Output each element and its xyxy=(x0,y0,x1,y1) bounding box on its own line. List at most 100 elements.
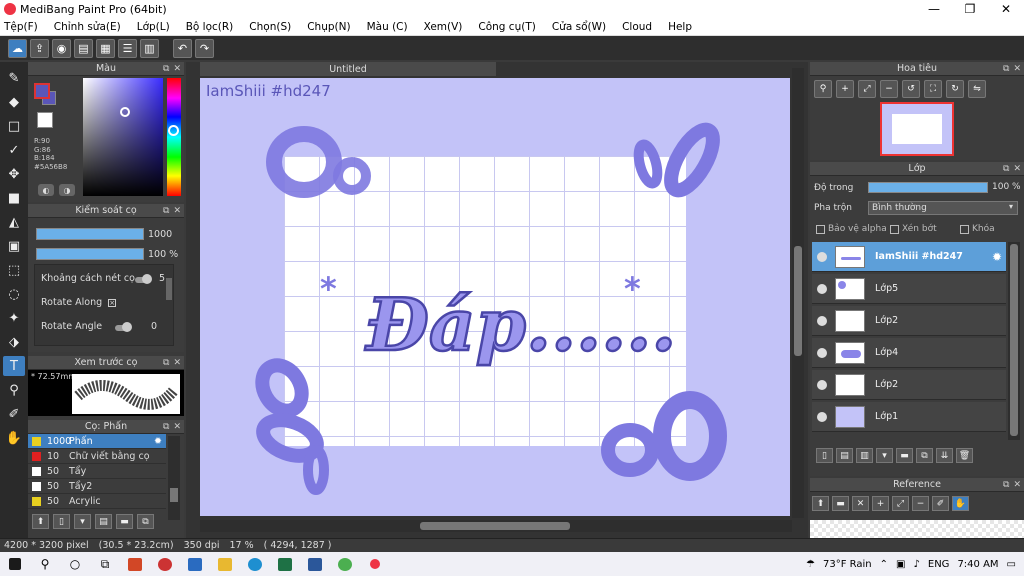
brush-item[interactable]: 1000 Phấn ✹ xyxy=(28,434,166,449)
menu-help[interactable]: Help xyxy=(660,21,700,33)
new-8bit-layer-icon[interactable]: ▥ xyxy=(856,448,873,463)
canvas-vertical-scrollbar[interactable] xyxy=(792,68,804,518)
gear-icon[interactable]: ✹ xyxy=(992,250,1002,264)
divide-tool-icon[interactable]: ⚲ xyxy=(3,380,25,400)
eye-icon[interactable] xyxy=(817,251,827,262)
foreground-color-swatch[interactable] xyxy=(34,83,50,99)
pen-tool-icon[interactable]: ✓ xyxy=(3,140,25,160)
zoom-out-icon[interactable]: − xyxy=(880,80,898,98)
brush-list-scroll-thumb[interactable] xyxy=(170,488,178,502)
zoom-in-icon[interactable]: + xyxy=(872,496,889,511)
navigator-thumbnail[interactable] xyxy=(880,102,954,156)
eraser-tool-icon[interactable]: ◆ xyxy=(3,92,25,112)
task-view-icon[interactable]: ⧉ xyxy=(90,552,120,576)
panel-close-icon[interactable]: ✕ xyxy=(1013,64,1021,74)
lock-check[interactable]: Khóa xyxy=(960,224,995,234)
select-pen-tool-icon[interactable]: ⬗ xyxy=(3,332,25,352)
close-button[interactable]: ✕ xyxy=(988,0,1024,18)
weather-text[interactable]: 73°F Rain xyxy=(823,559,872,570)
weather-icon[interactable]: ☂ xyxy=(806,559,815,570)
rect-tool-icon[interactable]: □ xyxy=(3,116,25,136)
lasso-tool-icon[interactable]: ◌ xyxy=(3,284,25,304)
brush-copy-icon[interactable]: ▤ xyxy=(95,514,112,529)
brush-folder-icon[interactable]: ▬ xyxy=(116,514,133,529)
brush-size-slider[interactable] xyxy=(36,228,144,240)
menu-select[interactable]: Chọn(S) xyxy=(241,21,299,33)
hand-tool-icon[interactable]: ✋ xyxy=(3,428,25,448)
gradient-tool-icon[interactable]: ▣ xyxy=(3,236,25,256)
rotate-right-icon[interactable]: ↻ xyxy=(946,80,964,98)
eyedropper-icon[interactable]: ✐ xyxy=(932,496,949,511)
menu-edit[interactable]: Chỉnh sửa(E) xyxy=(46,21,129,33)
palette-icon[interactable]: ◐ xyxy=(38,184,54,196)
cortana-icon[interactable]: ○ xyxy=(60,552,90,576)
canvas-horizontal-scrollbar[interactable] xyxy=(200,520,792,532)
layer-opacity-slider[interactable] xyxy=(868,182,988,193)
brush-settings-gear-icon[interactable]: ✹ xyxy=(154,436,162,447)
eye-icon[interactable] xyxy=(817,411,827,422)
sv-cursor[interactable] xyxy=(120,107,130,117)
list-icon[interactable]: ☰ xyxy=(118,38,137,58)
brush-item[interactable]: 10 Chữ viết bằng cọ xyxy=(28,449,166,464)
panel-close-icon[interactable]: ✕ xyxy=(173,422,181,432)
popout-icon[interactable]: ⧉ xyxy=(1003,164,1009,174)
brush-opacity-slider[interactable] xyxy=(36,248,144,260)
eye-icon[interactable] xyxy=(817,379,827,390)
popout-icon[interactable]: ⧉ xyxy=(1003,64,1009,74)
hue-slider[interactable] xyxy=(167,78,181,196)
minimize-button[interactable]: — xyxy=(916,0,952,18)
document-tab[interactable]: Untitled xyxy=(200,62,496,76)
language-indicator[interactable]: ENG xyxy=(928,559,950,570)
layer-row[interactable]: Lớp2 xyxy=(812,370,1006,400)
comment-icon[interactable]: ▤ xyxy=(74,38,93,58)
layer-row[interactable]: Lớp2 xyxy=(812,306,1006,336)
layer-row[interactable]: Lớp4 xyxy=(812,338,1006,368)
brush-item[interactable]: 50 Tẩy xyxy=(28,464,166,479)
panel-icon[interactable]: ▦ xyxy=(96,38,115,58)
menu-layer[interactable]: Lớp(L) xyxy=(129,21,178,33)
eyedropper-tool-icon[interactable]: ✐ xyxy=(3,404,25,424)
protect-alpha-checkbox[interactable] xyxy=(816,224,825,234)
layer-row[interactable]: Lớp5 xyxy=(812,274,1006,304)
brush-item[interactable]: 50 Tẩy2 xyxy=(28,479,166,494)
color-history-icon[interactable]: ◑ xyxy=(59,184,75,196)
zoom-in-icon[interactable]: + xyxy=(836,80,854,98)
menu-view[interactable]: Xem(V) xyxy=(416,21,471,33)
add-brush-icon[interactable]: ⬆ xyxy=(32,514,49,529)
tray-chevron-icon[interactable]: ⌃ xyxy=(880,559,888,570)
hue-cursor[interactable] xyxy=(168,125,179,136)
menu-filter[interactable]: Bộ lọc(R) xyxy=(178,21,242,33)
reference-canvas[interactable] xyxy=(810,520,1024,538)
edge-icon[interactable] xyxy=(240,552,270,576)
rotate-along-checkbox[interactable]: × xyxy=(108,298,117,307)
chrome-icon[interactable] xyxy=(330,552,360,576)
layer-row[interactable]: IamShiii #hd247 ✹ xyxy=(812,242,1006,272)
menu-cloud[interactable]: Cloud xyxy=(614,21,660,33)
brush-dropdown-icon[interactable]: ▾ xyxy=(74,514,91,529)
search-icon[interactable]: ⚲ xyxy=(30,552,60,576)
panel-close-icon[interactable]: ✕ xyxy=(173,64,181,74)
panel-close-icon[interactable]: ✕ xyxy=(173,358,181,368)
brush-list-scrollbar[interactable] xyxy=(168,436,180,520)
excel-icon[interactable] xyxy=(270,552,300,576)
protect-alpha-check[interactable]: Bảo vệ alpha xyxy=(816,224,887,234)
new-brush-icon[interactable]: ▯ xyxy=(53,514,70,529)
layer-scroll-thumb[interactable] xyxy=(1010,244,1018,436)
file-explorer-icon[interactable] xyxy=(210,552,240,576)
canvas[interactable]: * * Đáp...... IamShiii #hd247 xyxy=(200,78,790,516)
popout-icon[interactable]: ⧉ xyxy=(163,206,169,216)
cloud-icon[interactable]: ☁ xyxy=(8,38,27,58)
select-tool-icon[interactable]: ⬚ xyxy=(3,260,25,280)
canvas-vscroll-thumb[interactable] xyxy=(794,246,802,356)
move-tool-icon[interactable]: ✥ xyxy=(3,164,25,184)
popout-icon[interactable]: ⧉ xyxy=(163,358,169,368)
eye-icon[interactable] xyxy=(817,283,827,294)
flip-icon[interactable]: ⇋ xyxy=(968,80,986,98)
zoom-out-icon[interactable]: − xyxy=(912,496,929,511)
menu-window[interactable]: Cửa sổ(W) xyxy=(544,21,614,33)
panel-close-icon[interactable]: ✕ xyxy=(173,206,181,216)
delete-layer-icon[interactable]: 🗑 xyxy=(956,448,973,463)
close-icon[interactable]: ✕ xyxy=(852,496,869,511)
fit-icon[interactable]: ⤢ xyxy=(858,80,876,98)
zoom-icon[interactable]: ⚲ xyxy=(814,80,832,98)
